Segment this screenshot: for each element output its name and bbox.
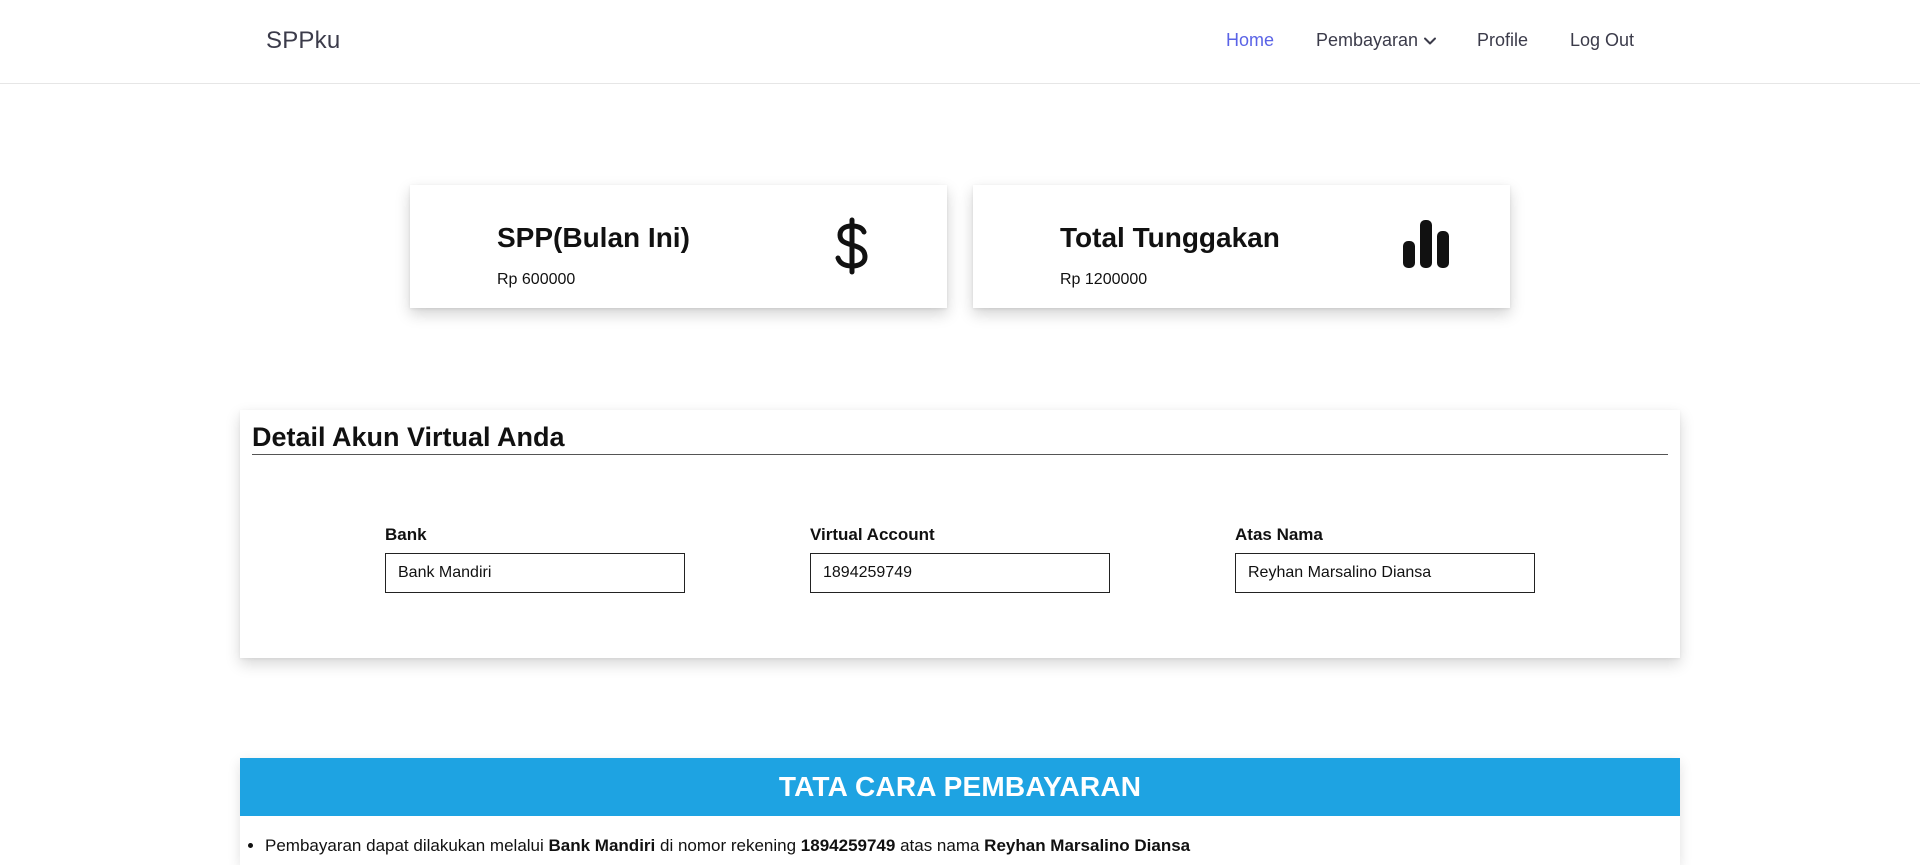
nav-logout[interactable]: Log Out	[1570, 30, 1634, 51]
virtual-account-input[interactable]	[810, 553, 1110, 593]
field-label: Virtual Account	[810, 525, 935, 544]
bank-input[interactable]	[385, 553, 685, 593]
card-title: Total Tunggakan	[1060, 222, 1280, 253]
divider	[252, 454, 1668, 455]
card-title: SPP(Bulan Ini)	[497, 222, 690, 253]
account-number: 1894259749	[800, 836, 896, 855]
detail-section: Detail Akun Virtual Anda Bank Virtual Ac…	[240, 410, 1680, 658]
instruction-list: Pembayaran dapat dilakukan melalui Bank …	[240, 836, 1680, 856]
spp-card: SPP(Bulan Ini) Rp 600000	[410, 185, 947, 308]
navbar: SPPku Home Pembayaran Profile Log Out	[0, 0, 1920, 84]
atas-nama-input[interactable]	[1235, 553, 1535, 593]
bank-name: Bank Mandiri	[548, 836, 656, 855]
virtual-account-field: Virtual Account	[810, 525, 1110, 593]
nav-profile[interactable]: Profile	[1477, 30, 1528, 51]
detail-title: Detail Akun Virtual Anda	[252, 422, 565, 452]
card-value: Rp 600000	[497, 271, 576, 288]
account-holder: Reyhan Marsalino Diansa	[984, 836, 1191, 855]
field-label: Bank	[385, 525, 427, 544]
dollar-icon	[835, 217, 868, 275]
instruction-text: atas nama	[895, 836, 985, 855]
instruction-text: Pembayaran dapat dilakukan melalui	[265, 836, 549, 855]
tunggakan-card: Total Tunggakan Rp 1200000	[973, 185, 1510, 308]
nav-home[interactable]: Home	[1226, 30, 1274, 51]
instruction-text: di nomor rekening	[655, 836, 801, 855]
card-value: Rp 1200000	[1060, 271, 1148, 288]
list-item: Pembayaran dapat dilakukan melalui Bank …	[265, 836, 1680, 856]
brand-logo[interactable]: SPPku	[266, 27, 340, 55]
nav-pembayaran-label: Pembayaran	[1316, 30, 1419, 50]
field-label: Atas Nama	[1235, 525, 1323, 544]
nav-pembayaran[interactable]: Pembayaran	[1316, 30, 1438, 51]
atas-nama-field: Atas Nama	[1235, 525, 1535, 593]
bank-field: Bank	[385, 525, 685, 593]
bar-chart-icon	[1403, 220, 1449, 268]
tata-cara-section: TATA CARA PEMBAYARAN Pembayaran dapat di…	[240, 758, 1680, 865]
tata-cara-header: TATA CARA PEMBAYARAN	[240, 758, 1680, 816]
chevron-down-icon	[1424, 37, 1437, 44]
